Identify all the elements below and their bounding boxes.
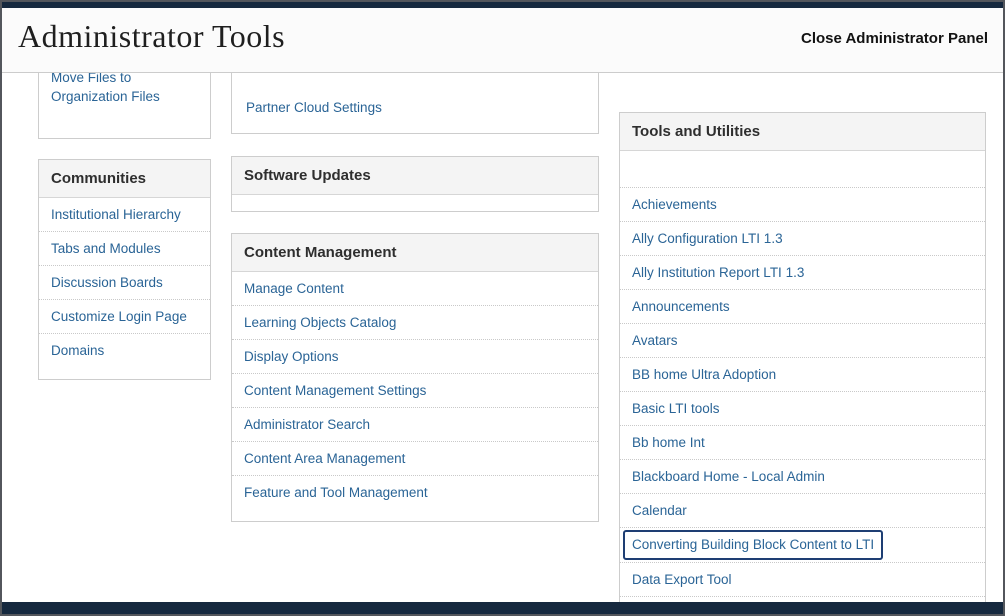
panel-files-partial: Move Files to Organization Files [38, 73, 211, 139]
close-administrator-panel-button[interactable]: Close Administrator Panel [801, 30, 988, 47]
link-converting-building-block-content-to-lti[interactable]: Converting Building Block Content to LTI [623, 530, 883, 560]
link-achievements[interactable]: Achievements [632, 197, 717, 212]
list-item[interactable]: Domains [39, 334, 210, 367]
list-item[interactable]: Learning Objects Catalog [232, 306, 598, 340]
list-item[interactable]: Tabs and Modules [39, 232, 210, 266]
link-announcements[interactable]: Announcements [632, 299, 730, 314]
list-item[interactable]: Feature and Tool Management [232, 476, 598, 509]
list-item[interactable]: Avatars [620, 324, 985, 358]
list-item[interactable]: Display Options [232, 340, 598, 374]
list-item[interactable]: Customize Login Page [39, 300, 210, 334]
list-item[interactable]: Partner Cloud Settings [232, 91, 598, 133]
list-item[interactable]: Content Management Settings [232, 374, 598, 408]
link-tabs-and-modules[interactable]: Tabs and Modules [51, 241, 161, 256]
list-item[interactable]: Manage Content [232, 272, 598, 306]
link-ally-configuration-lti[interactable]: Ally Configuration LTI 1.3 [632, 231, 783, 246]
panel-title-content-management: Content Management [232, 234, 598, 272]
list-item[interactable]: Content Area Management [232, 442, 598, 476]
link-move-files-to-organization-files[interactable]: Move Files to Organization Files [51, 73, 160, 104]
admin-tools-page: Administrator Tools Close Administrator … [0, 0, 1005, 616]
link-manage-content[interactable]: Manage Content [244, 281, 344, 296]
list-item[interactable]: Move Files to Organization Files [39, 73, 210, 114]
list-item[interactable]: Ally Configuration LTI 1.3 [620, 222, 985, 256]
page-title: Administrator Tools [18, 18, 285, 55]
link-content-area-management[interactable]: Content Area Management [244, 451, 405, 466]
admin-panel-content: Move Files to Organization Files Communi… [2, 73, 1003, 602]
column-middle: Partner Cloud Settings Software Updates … [231, 73, 599, 522]
list-item[interactable]: Data Export Tool [620, 563, 985, 597]
list-item[interactable]: Basic LTI tools [620, 392, 985, 426]
link-customize-login-page[interactable]: Customize Login Page [51, 309, 187, 324]
list-item[interactable]: Discussion Boards [39, 266, 210, 300]
panel-software-updates: Software Updates [231, 156, 599, 212]
list-item[interactable]: Calendar [620, 494, 985, 528]
panel-title-software-updates: Software Updates [232, 157, 598, 195]
bottom-accent-bar [2, 602, 1003, 614]
list-item[interactable]: BB home Ultra Adoption [620, 358, 985, 392]
list-item[interactable]: Achievements [620, 188, 985, 222]
link-calendar[interactable]: Calendar [632, 503, 687, 518]
link-avatars[interactable]: Avatars [632, 333, 678, 348]
list-item[interactable]: Institutional Hierarchy [39, 198, 210, 232]
panel-communities: Communities Institutional Hierarchy Tabs… [38, 159, 211, 380]
panel-cloud-partial: Partner Cloud Settings [231, 73, 599, 134]
tools-empty-row [620, 151, 985, 188]
list-item-highlighted[interactable]: Converting Building Block Content to LTI [620, 528, 985, 563]
list-item[interactable]: Ally Institution Report LTI 1.3 [620, 256, 985, 290]
link-institutional-hierarchy[interactable]: Institutional Hierarchy [51, 207, 181, 222]
link-feature-and-tool-management[interactable]: Feature and Tool Management [244, 485, 428, 500]
link-bb-home-ultra-adoption[interactable]: BB home Ultra Adoption [632, 367, 776, 382]
list-item[interactable]: Blackboard Home - Local Admin [620, 460, 985, 494]
panel-title-communities: Communities [39, 160, 210, 198]
link-domains[interactable]: Domains [51, 343, 104, 358]
software-updates-empty-body [232, 195, 598, 211]
link-bb-home-int[interactable]: Bb home Int [632, 435, 705, 450]
column-left: Move Files to Organization Files Communi… [38, 73, 211, 380]
list-item[interactable]: Announcements [620, 290, 985, 324]
link-data-export-tool[interactable]: Data Export Tool [632, 572, 732, 587]
panel-title-tools-and-utilities: Tools and Utilities [620, 113, 985, 151]
link-ally-institution-report-lti[interactable]: Ally Institution Report LTI 1.3 [632, 265, 804, 280]
link-administrator-search[interactable]: Administrator Search [244, 417, 370, 432]
panel-tools-and-utilities: Tools and Utilities Achievements Ally Co… [619, 112, 986, 602]
link-learning-objects-catalog[interactable]: Learning Objects Catalog [244, 315, 396, 330]
link-content-management-settings[interactable]: Content Management Settings [244, 383, 426, 398]
link-blackboard-home-local-admin[interactable]: Blackboard Home - Local Admin [632, 469, 825, 484]
page-header: Administrator Tools Close Administrator … [2, 8, 1003, 73]
list-item[interactable]: Bb home Int [620, 426, 985, 460]
column-right: Tools and Utilities Achievements Ally Co… [619, 73, 986, 602]
list-item[interactable]: Administrator Search [232, 408, 598, 442]
link-partner-cloud-settings[interactable]: Partner Cloud Settings [246, 100, 382, 115]
link-discussion-boards[interactable]: Discussion Boards [51, 275, 163, 290]
panel-content-management: Content Management Manage Content Learni… [231, 233, 599, 522]
link-display-options[interactable]: Display Options [244, 349, 339, 364]
link-basic-lti-tools[interactable]: Basic LTI tools [632, 401, 720, 416]
